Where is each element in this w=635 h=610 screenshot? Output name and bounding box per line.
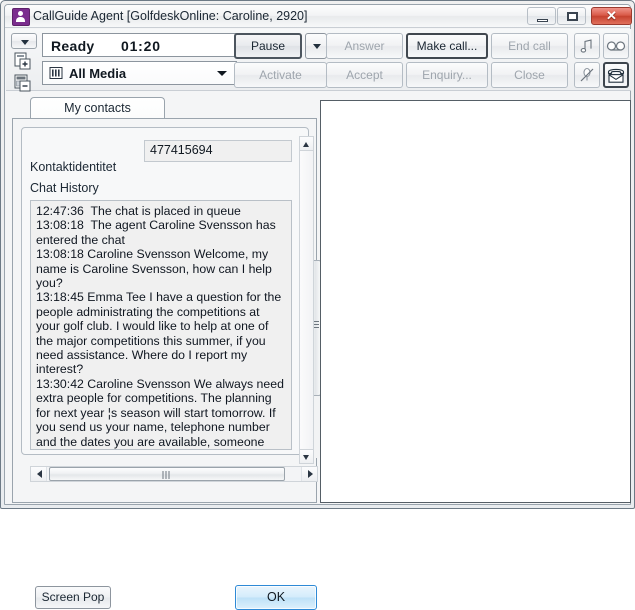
media-filter-icon [49, 67, 63, 79]
mute-button[interactable] [574, 62, 600, 88]
scroll-grip-icon [162, 471, 172, 479]
close-button[interactable]: ✕ [591, 7, 632, 25]
answer-button[interactable]: Answer [326, 33, 403, 59]
contact-identity-label: Kontaktidentitet [30, 160, 117, 174]
panel-scrollbar-track[interactable] [299, 136, 314, 464]
remove-panel-button[interactable] [12, 73, 34, 93]
contact-details-group: Kontaktidentitet 477415694 Chat History … [21, 127, 321, 482]
minimize-button[interactable] [527, 7, 556, 25]
pause-dropdown-button[interactable] [305, 33, 327, 59]
remove-panel-icon [14, 74, 31, 92]
horizontal-scrollbar-thumb[interactable] [49, 467, 285, 481]
close-call-button[interactable]: Close [491, 62, 568, 88]
callback-message-button[interactable] [603, 62, 629, 88]
enquiry-button[interactable]: Enquiry... [406, 62, 488, 88]
chat-history-text: 12:47:36 The chat is placed in queue 13:… [36, 204, 284, 449]
panel-horizontal-scrollbar[interactable] [30, 466, 318, 482]
chat-history-textarea[interactable]: 12:47:36 The chat is placed in queue 13:… [30, 200, 292, 450]
chevron-left-icon [37, 470, 42, 478]
accept-button[interactable]: Accept [326, 62, 403, 88]
callback-message-icon [607, 68, 625, 83]
toolbar-dropdown-button[interactable] [11, 33, 37, 49]
chevron-down-icon [217, 71, 227, 76]
tab-panel-body: Kontaktidentitet 477415694 Chat History … [12, 118, 321, 610]
right-content-panel[interactable] [320, 100, 631, 503]
minimize-icon [528, 8, 555, 24]
media-filter-value: All Media [69, 66, 127, 81]
panel-scroll-up-button[interactable] [299, 136, 314, 151]
close-icon: ✕ [606, 8, 617, 23]
maximize-icon [558, 8, 585, 24]
maximize-button[interactable] [557, 7, 586, 25]
contact-identity-field[interactable]: 477415694 [144, 140, 292, 162]
screen-pop-button[interactable]: Screen Pop [35, 586, 111, 609]
agent-status-field[interactable]: Ready 01:20 [42, 33, 237, 57]
voicemail-button[interactable] [603, 33, 629, 59]
hold-music-icon [580, 39, 592, 53]
scroll-right-button[interactable] [301, 467, 317, 481]
tab-strip: My contacts [12, 97, 317, 119]
application-window: CallGuide Agent [GolfdeskOnline: Carolin… [0, 0, 635, 610]
scroll-left-button[interactable] [31, 467, 47, 481]
media-filter-select[interactable]: All Media [42, 61, 237, 85]
title-bar: CallGuide Agent [GolfdeskOnline: Carolin… [5, 5, 632, 28]
app-user-icon [12, 8, 30, 26]
activate-button[interactable]: Activate [234, 62, 327, 88]
agent-status-label: Ready [51, 38, 95, 54]
make-call-button[interactable]: Make call... [406, 33, 488, 59]
ok-button[interactable]: OK [235, 585, 317, 610]
mute-icon [580, 67, 594, 82]
left-panel: My contacts Kontaktidentitet 477415694 C… [12, 97, 321, 610]
chevron-down-icon [313, 44, 321, 49]
tab-my-contacts[interactable]: My contacts [30, 97, 165, 119]
agent-status-timer: 01:20 [121, 38, 161, 54]
panel-scroll-down-button[interactable] [299, 449, 314, 464]
add-panel-icon [14, 52, 31, 70]
chevron-up-icon [303, 142, 309, 147]
chat-history-label: Chat History [30, 181, 99, 195]
end-call-button[interactable]: End call [491, 33, 568, 59]
main-toolbar: Ready 01:20 All Media Pause Activate Ans… [6, 29, 631, 93]
add-panel-button[interactable] [12, 51, 34, 71]
hold-music-button[interactable] [574, 33, 600, 59]
voicemail-icon [606, 41, 626, 51]
window-title: CallGuide Agent [GolfdeskOnline: Carolin… [33, 9, 308, 23]
window-frame: CallGuide Agent [GolfdeskOnline: Carolin… [4, 4, 632, 610]
chevron-down-icon [21, 40, 29, 45]
chevron-down-icon [303, 455, 309, 460]
pause-button[interactable]: Pause [234, 33, 302, 59]
chevron-right-icon [308, 470, 313, 478]
